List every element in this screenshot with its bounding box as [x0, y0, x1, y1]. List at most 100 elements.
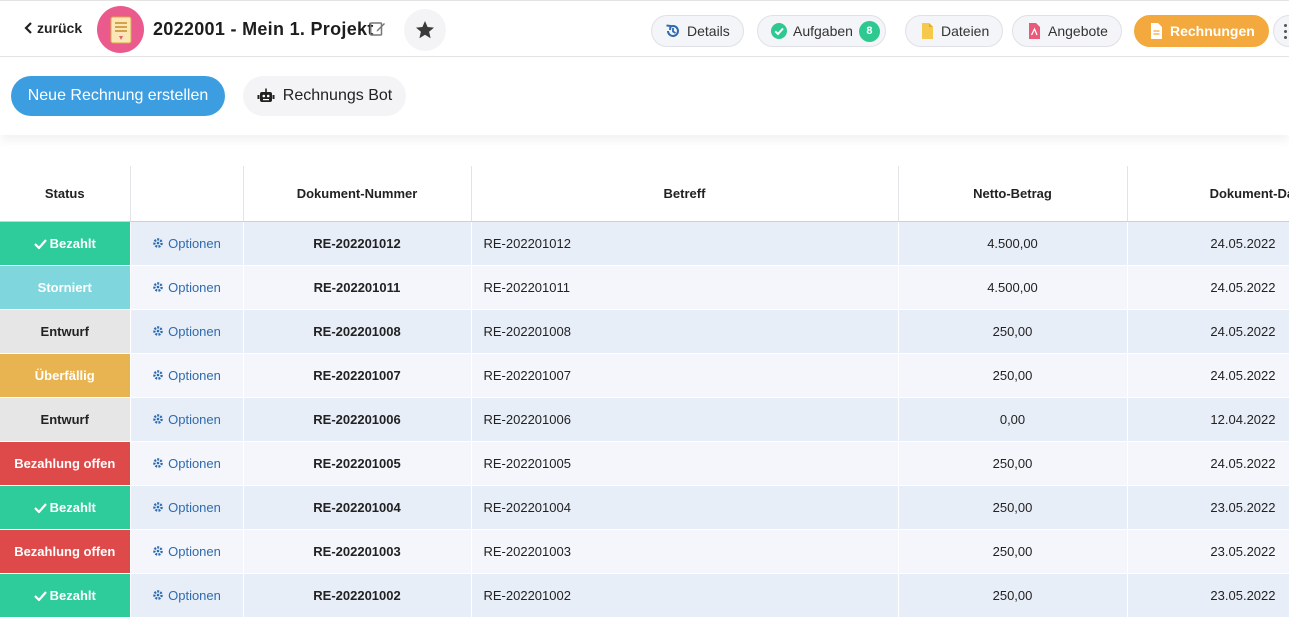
document-date: 12.04.2022 — [1127, 397, 1289, 442]
document-number[interactable]: RE-202201005 — [243, 441, 472, 486]
tab-angebote[interactable]: Angebote — [1012, 15, 1122, 47]
gear-icon — [153, 589, 163, 600]
subject: RE-202201008 — [471, 309, 899, 354]
invoice-icon — [1151, 23, 1162, 39]
options-button[interactable]: Optionen — [130, 573, 244, 618]
file-icon — [922, 23, 933, 39]
net-amount: 4.500,00 — [898, 265, 1128, 310]
tab-dateien[interactable]: Dateien — [905, 15, 1004, 47]
back-label: zurück — [37, 20, 83, 36]
document-number[interactable]: RE-202201007 — [243, 353, 472, 398]
status-label: Bezahlung offen — [14, 455, 116, 471]
document-number[interactable]: RE-202201006 — [243, 397, 472, 442]
status-label: Bezahlt — [49, 235, 96, 251]
column-header-document-number[interactable]: Dokument-Nummer — [243, 166, 472, 222]
gear-icon — [153, 369, 163, 380]
document-number[interactable]: RE-202201004 — [243, 485, 472, 530]
table-row[interactable]: Bezahlt Optionen RE-202201004 RE-202201004 2… — [0, 485, 1289, 530]
subject: RE-202201004 — [471, 485, 899, 530]
table-row[interactable]: Bezahlt Optionen RE-202201012 RE-202201012 4… — [0, 221, 1289, 266]
status-badge: Bezahlung offen — [0, 529, 131, 574]
document-number[interactable]: RE-202201012 — [243, 221, 472, 266]
table-row[interactable]: Entwurf Optionen RE-202201006 RE-202201006 0… — [0, 397, 1289, 442]
options-button[interactable]: Optionen — [130, 265, 244, 310]
status-badge: Storniert — [0, 265, 131, 310]
favorite-button[interactable] — [404, 9, 446, 51]
options-button[interactable]: Optionen — [130, 397, 244, 442]
options-label: Optionen — [168, 411, 221, 427]
tab-details[interactable]: Details — [651, 15, 744, 47]
options-button[interactable]: Optionen — [130, 221, 244, 266]
net-amount: 0,00 — [898, 397, 1128, 442]
options-button[interactable]: Optionen — [130, 441, 244, 486]
net-amount: 250,00 — [898, 529, 1128, 574]
column-header-net-amount[interactable]: Netto-Betrag — [898, 166, 1128, 222]
options-label: Optionen — [168, 455, 221, 471]
document-number[interactable]: RE-202201008 — [243, 309, 472, 354]
page-title: 2022001 - Mein 1. Projekt — [153, 19, 374, 39]
table-row[interactable]: Bezahlt Optionen RE-202201002 RE-202201002 2… — [0, 573, 1289, 618]
table-row[interactable]: Bezahlung offen Optionen RE-202201005 RE-20… — [0, 441, 1289, 486]
column-header-options — [130, 166, 244, 222]
options-label: Optionen — [168, 499, 221, 515]
tab-rechnungen[interactable]: Rechnungen — [1134, 15, 1269, 47]
invoice-table: Status Dokument-Nummer Betreff Netto-Bet… — [0, 166, 1289, 643]
chevron-left-icon — [24, 22, 32, 34]
status-badge: Bezahlt — [0, 485, 131, 530]
options-button[interactable]: Optionen — [130, 485, 244, 530]
action-bar: Neue Rechnung erstellen Rechnungs Bot — [0, 58, 1289, 135]
tab-label: Details — [687, 23, 730, 39]
tab-aufgaben[interactable]: Aufgaben 8 — [757, 15, 886, 47]
robot-icon — [257, 88, 275, 102]
edit-icon[interactable] — [369, 20, 386, 37]
pdf-icon — [1029, 23, 1040, 39]
status-label: Storniert — [37, 279, 92, 295]
document-date: 23.05.2022 — [1127, 485, 1289, 530]
status-label: Überfällig — [34, 367, 95, 383]
column-header-status[interactable]: Status — [0, 166, 131, 222]
table-row[interactable]: Bezahlung offen Optionen RE-202201003 RE-20… — [0, 529, 1289, 574]
document-number[interactable]: RE-202201003 — [243, 529, 472, 574]
status-label: Bezahlt — [49, 499, 96, 515]
more-options-button[interactable] — [1273, 15, 1289, 47]
options-label: Optionen — [168, 235, 221, 251]
more-icon-dot — [1284, 36, 1287, 39]
document-date: 24.05.2022 — [1127, 309, 1289, 354]
gear-icon — [153, 325, 163, 336]
subject: RE-202201007 — [471, 353, 899, 398]
project-avatar — [97, 6, 144, 53]
invoice-bot-button[interactable]: Rechnungs Bot — [243, 76, 406, 116]
tab-label: Angebote — [1048, 23, 1108, 39]
check-icon — [33, 238, 47, 249]
net-amount: 250,00 — [898, 353, 1128, 398]
column-header-subject[interactable]: Betreff — [471, 166, 899, 222]
options-button[interactable]: Optionen — [130, 529, 244, 574]
options-button[interactable]: Optionen — [130, 309, 244, 354]
table-row[interactable]: Storniert Optionen RE-202201011 RE-20220101… — [0, 265, 1289, 310]
back-button[interactable]: zurück — [24, 20, 82, 36]
bot-label: Rechnungs Bot — [282, 87, 393, 104]
subject: RE-202201003 — [471, 529, 899, 574]
table-row[interactable]: Entwurf Optionen RE-202201008 RE-202201008 2… — [0, 309, 1289, 354]
task-count-badge: 8 — [858, 20, 880, 42]
document-number[interactable]: RE-202201011 — [243, 265, 472, 310]
more-icon-dot — [1284, 30, 1287, 33]
tab-label: Rechnungen — [1170, 23, 1255, 39]
column-header-document-date[interactable]: Dokument-Datum — [1127, 166, 1289, 222]
status-badge: Bezahlung offen — [0, 441, 131, 486]
project-header: zurück 2022001 - Mein 1. Projekt Details… — [0, 0, 1289, 57]
new-invoice-button[interactable]: Neue Rechnung erstellen — [11, 76, 225, 116]
status-badge: Entwurf — [0, 309, 131, 354]
table-row[interactable]: Überfällig Optionen RE-202201007 RE-2022010… — [0, 353, 1289, 398]
document-number[interactable]: RE-202201002 — [243, 573, 472, 618]
options-label: Optionen — [168, 323, 221, 339]
check-icon — [33, 590, 47, 601]
document-date: 24.05.2022 — [1127, 265, 1289, 310]
document-date: 24.05.2022 — [1127, 353, 1289, 398]
check-icon — [33, 502, 47, 513]
options-label: Optionen — [168, 543, 221, 559]
options-button[interactable]: Optionen — [130, 353, 244, 398]
history-icon — [666, 24, 679, 37]
status-badge: Bezahlt — [0, 221, 131, 266]
status-badge: Bezahlt — [0, 573, 131, 618]
